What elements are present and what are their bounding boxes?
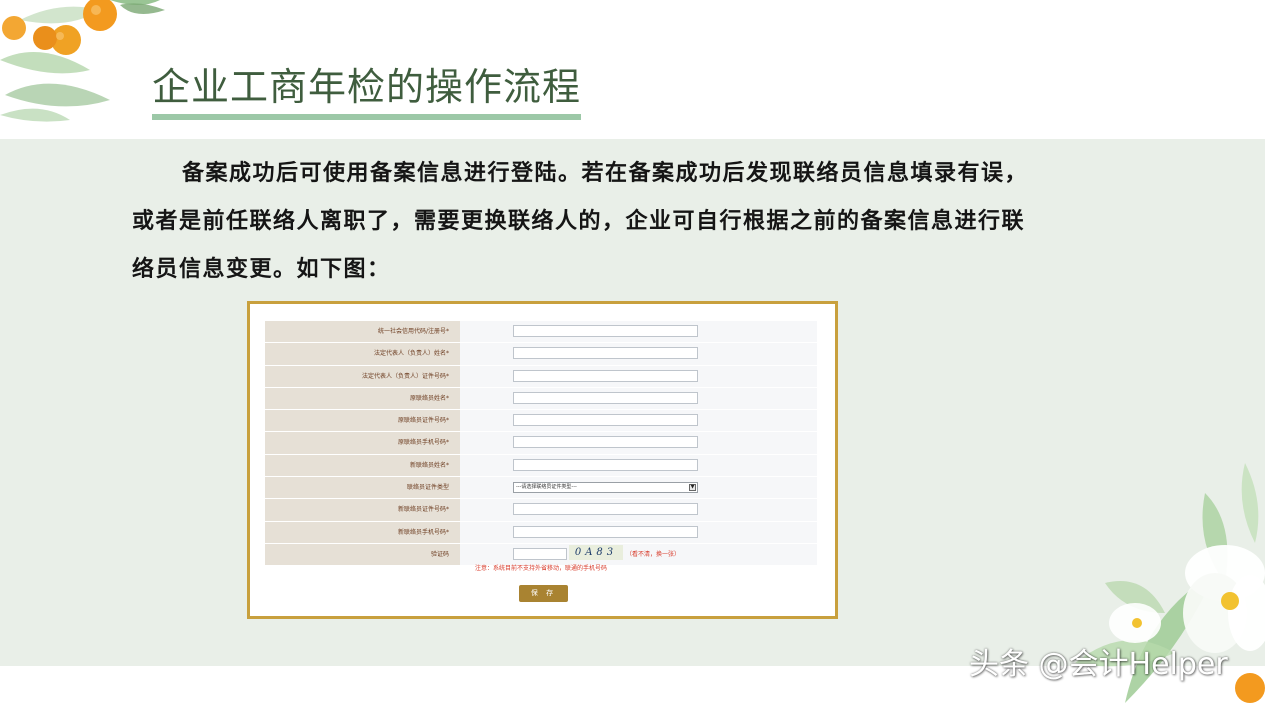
legal-rep-id-input[interactable] (513, 369, 698, 382)
field-label: 法定代表人（负责人）姓名* (265, 343, 460, 365)
field-cell: ---请选择联络员证件类型--- ▼ (460, 477, 817, 499)
phone-notice: 注意：系统目前不支持外省移动，联通的手机号码 (474, 565, 607, 572)
form-row-credit-code: 统一社会信用代码/注册号* (265, 321, 817, 344)
field-cell (460, 343, 817, 365)
form-row-old-liaison-id: 原联络员证件号码* (265, 410, 817, 433)
form-row-id-type: 联络员证件类型 ---请选择联络员证件类型--- ▼ (265, 477, 817, 500)
field-cell (460, 454, 817, 477)
save-button[interactable]: 保 存 (519, 585, 568, 602)
new-liaison-name-input[interactable] (513, 458, 698, 471)
field-cell (460, 410, 817, 432)
slide-title: 企业工商年检的操作流程 (152, 62, 582, 120)
form-row-old-liaison-phone: 原联络员手机号码* (265, 432, 817, 455)
field-cell (460, 387, 817, 410)
form-row-legal-rep-name: 法定代表人（负责人）姓名* (265, 343, 817, 366)
field-label: 新联络员证件号码* (265, 499, 460, 521)
form-row-new-liaison-id: 新联络员证件号码* (265, 499, 817, 522)
form-row-old-liaison-name: 原联络员姓名* (265, 387, 817, 411)
captcha-input[interactable] (513, 547, 567, 560)
leaf-and-fruit-decoration (0, 0, 165, 122)
new-liaison-phone-input[interactable] (513, 525, 698, 538)
field-label: 统一社会信用代码/注册号* (265, 321, 460, 343)
leaf-icon (0, 0, 165, 122)
paragraph-line-3: 络员信息变更。如下图： (132, 256, 391, 282)
paragraph-line: 或者是前任联络人离职了，需要更换联络人的，企业可自行根据之前的备案信息进行联 (132, 197, 1152, 245)
field-label: 新联络员姓名* (265, 454, 460, 477)
paragraph-line-1: 备案成功后可使用备案信息进行登陆。若在备案成功后发现联络员信息填录有误， (182, 160, 1029, 186)
field-cell (460, 499, 817, 521)
legal-rep-name-input[interactable] (513, 347, 698, 360)
source-watermark: 头条 @会计Helper (969, 647, 1228, 682)
credit-code-input[interactable] (513, 325, 698, 337)
field-cell (460, 365, 817, 387)
id-type-select[interactable]: ---请选择联络员证件类型--- ▼ (513, 482, 698, 494)
paragraph-line: 备案成功后可使用备案信息进行登陆。若在备案成功后发现联络员信息填录有误， (132, 149, 1152, 197)
select-placeholder: ---请选择联络员证件类型--- (516, 484, 577, 491)
field-label: 联络员证件类型 (265, 477, 460, 499)
form-row-legal-rep-id: 法定代表人（负责人）证件号码* (265, 365, 817, 388)
captcha-refresh-link[interactable]: （看不清，换一张） (626, 544, 680, 565)
form-row-new-liaison-phone: 新联络员手机号码* (265, 521, 817, 544)
field-cell (460, 521, 817, 543)
old-liaison-phone-input[interactable] (513, 436, 698, 449)
field-label: 法定代表人（负责人）证件号码* (265, 365, 460, 387)
chevron-down-icon[interactable]: ▼ (689, 484, 696, 492)
paragraph-line: 络员信息变更。如下图： (132, 245, 1152, 293)
old-liaison-id-input[interactable] (513, 414, 698, 427)
field-cell (460, 432, 817, 454)
liaison-change-form: 统一社会信用代码/注册号* 法定代表人（负责人）姓名* 法定代表人（负责人）证件… (265, 321, 817, 567)
field-label: 新联络员手机号码* (265, 521, 460, 543)
old-liaison-name-input[interactable] (513, 391, 698, 404)
paragraph-line-2: 或者是前任联络人离职了，需要更换联络人的，企业可自行根据之前的备案信息进行联 (132, 208, 1026, 234)
field-label: 原联络员手机号码* (265, 432, 460, 454)
captcha-image[interactable]: 0A83 (569, 544, 623, 560)
new-liaison-id-input[interactable] (513, 503, 698, 516)
orange-fruit-icon (1235, 673, 1265, 703)
field-label: 原联络员证件号码* (265, 410, 460, 432)
form-row-new-liaison-name: 新联络员姓名* (265, 454, 817, 478)
description-paragraph: 备案成功后可使用备案信息进行登陆。若在备案成功后发现联络员信息填录有误， 或者是… (132, 149, 1152, 293)
field-cell (460, 321, 817, 343)
field-label: 原联络员姓名* (265, 387, 460, 410)
